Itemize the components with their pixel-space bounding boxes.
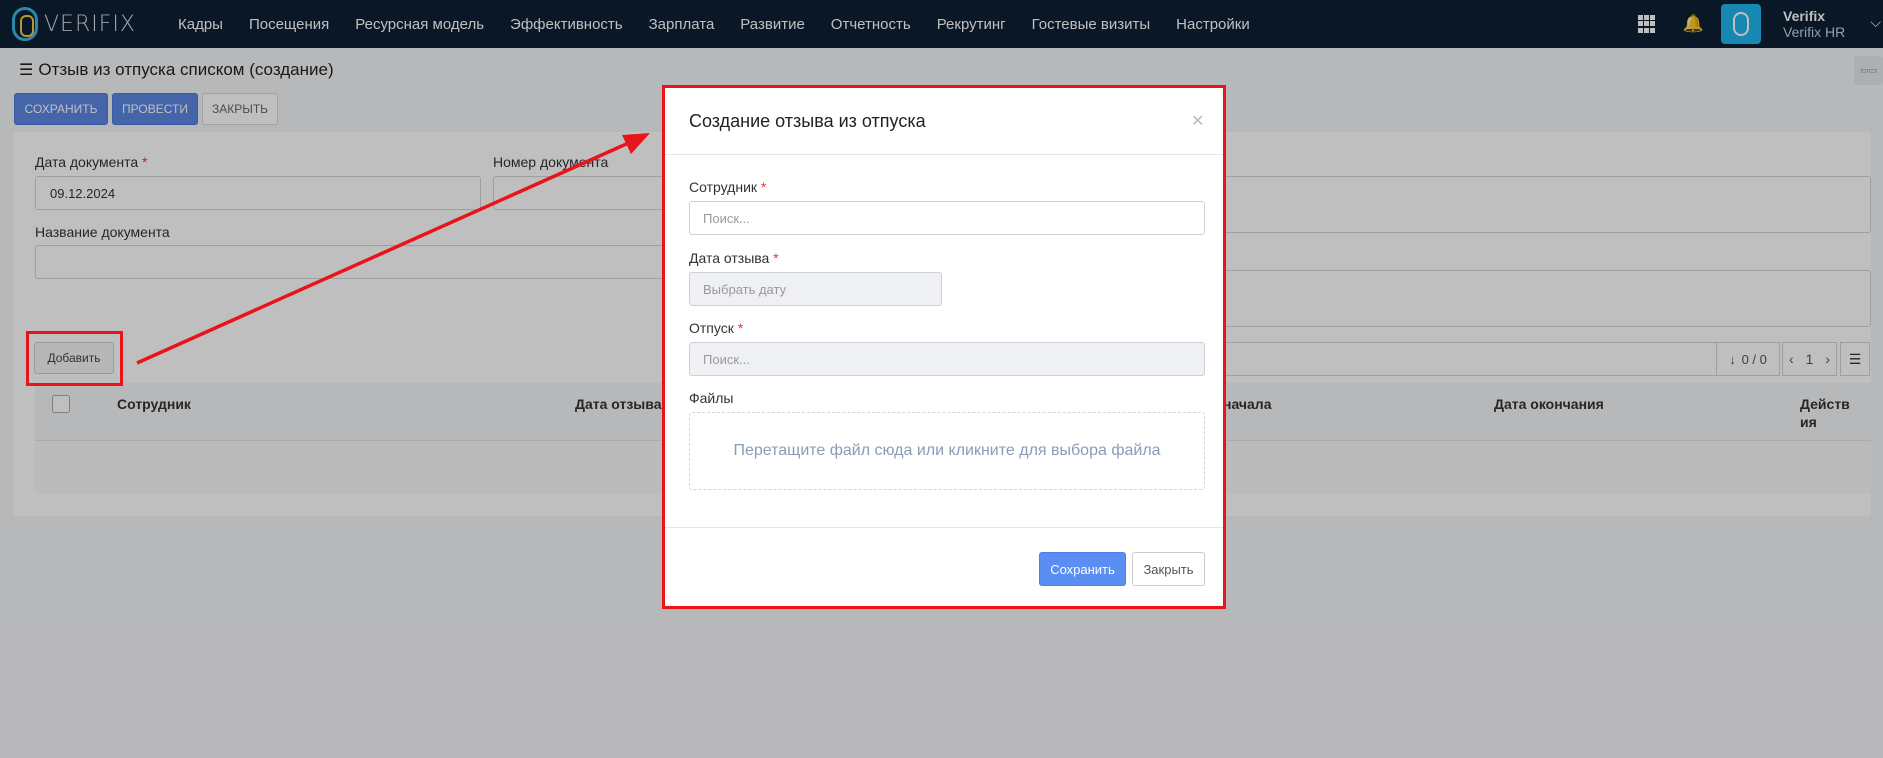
arrow-head [622, 133, 650, 154]
arrow-line [136, 139, 634, 365]
annotation-arrow [136, 133, 650, 365]
